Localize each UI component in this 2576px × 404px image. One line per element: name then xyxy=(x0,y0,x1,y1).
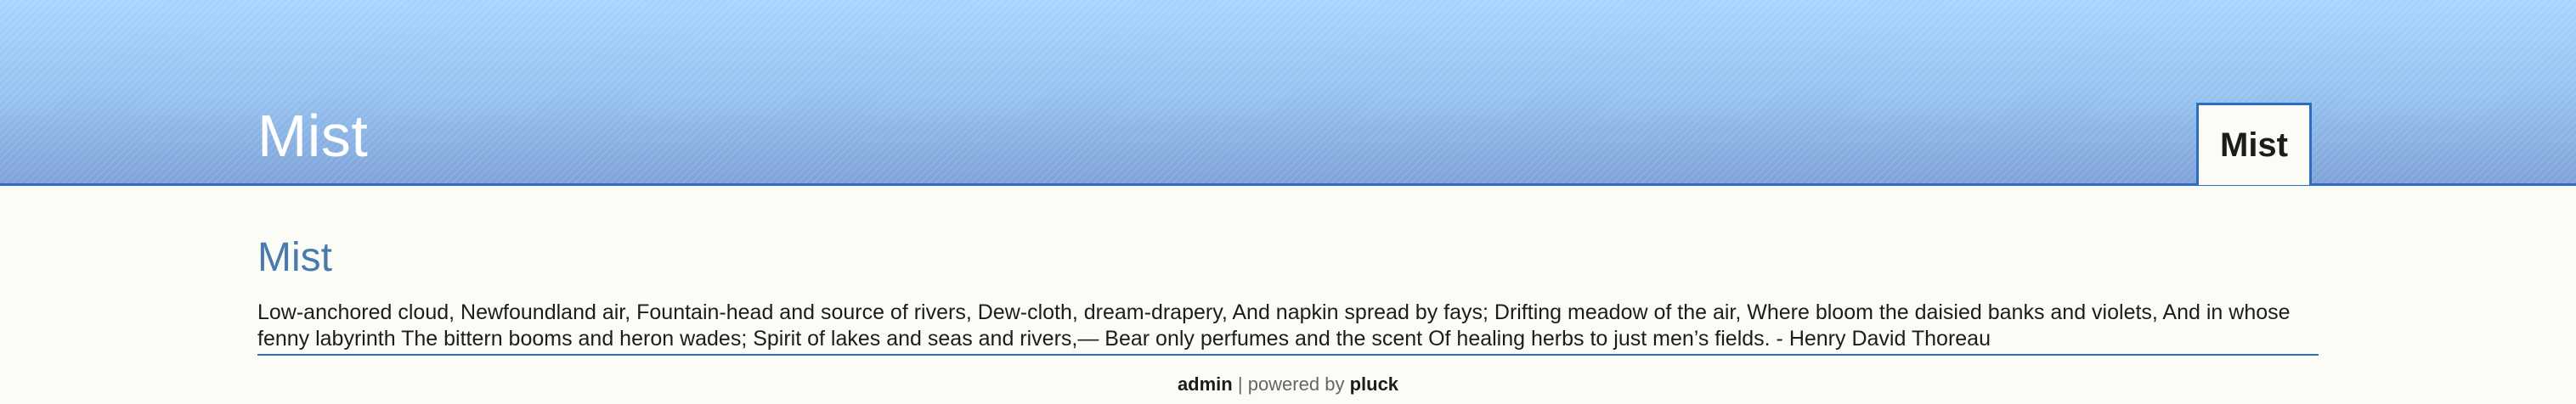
powered-by-text: powered by xyxy=(1247,373,1345,395)
page-title: Mist xyxy=(257,235,332,280)
admin-link[interactable]: admin xyxy=(1178,373,1233,395)
nav-tab-mist[interactable]: Mist xyxy=(2196,103,2312,185)
main-nav: Mist xyxy=(2196,103,2312,185)
site-title: Mist xyxy=(257,103,369,169)
footer: admin | powered by pluck xyxy=(257,373,2319,396)
footer-separator: | xyxy=(1237,373,1243,395)
page-body-text: Low-anchored cloud, Newfoundland air, Fo… xyxy=(257,300,2319,356)
pluck-link[interactable]: pluck xyxy=(1350,373,1398,395)
site-header: Mist Mist xyxy=(0,0,2576,186)
main-content: Mist Low-anchored cloud, Newfoundland ai… xyxy=(257,186,2319,396)
